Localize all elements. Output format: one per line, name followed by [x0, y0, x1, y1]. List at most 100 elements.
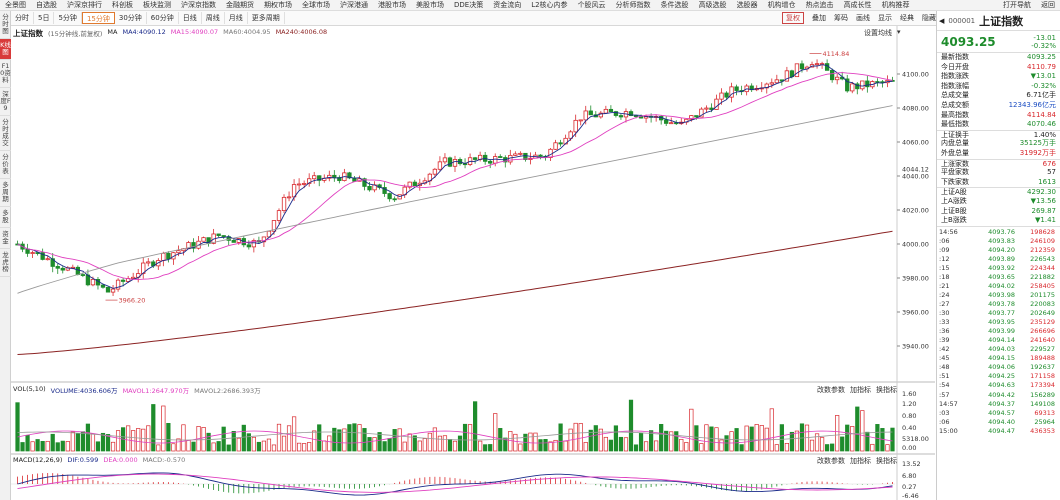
candle-body: [276, 210, 282, 221]
tick-time: :39: [939, 336, 950, 345]
menu-item[interactable]: 资金流向: [488, 0, 526, 10]
tick-price: 4094.47: [988, 426, 1015, 435]
tool-button[interactable]: 画线: [852, 13, 874, 23]
volume-bar: [860, 410, 865, 452]
tool-button[interactable]: 筹码: [830, 13, 852, 23]
tick-volume: 246109: [1030, 236, 1055, 245]
menu-item[interactable]: 自选股: [31, 0, 62, 10]
candle-body: [166, 252, 171, 260]
menu-item[interactable]: 机构增仓: [763, 0, 801, 10]
menu-item[interactable]: DDE决策: [449, 0, 488, 10]
macd-add-indicator-button[interactable]: 加指标: [850, 456, 871, 466]
period-tab[interactable]: 分时: [11, 12, 34, 24]
volume-bar: [25, 434, 30, 452]
tick-row: :15 4093.92 224344: [937, 264, 1060, 273]
period-tab[interactable]: 60分钟: [147, 12, 179, 24]
menu-item[interactable]: 热点追击: [801, 0, 839, 10]
menu-item[interactable]: 条件选股: [656, 0, 694, 10]
candle-body: [814, 63, 820, 66]
period-tab[interactable]: 月线: [225, 12, 248, 24]
menu-item[interactable]: 港股市场: [373, 0, 411, 10]
left-tab[interactable]: 多股: [0, 207, 11, 228]
left-tab[interactable]: 分时成交: [0, 116, 11, 151]
volume-bar: [297, 442, 302, 452]
stat-row: 上涨家数 676: [937, 158, 1060, 169]
period-tab[interactable]: 周线: [202, 12, 225, 24]
menu-item[interactable]: 美股市场: [411, 0, 449, 10]
left-tab[interactable]: 龙虎榜: [0, 249, 11, 277]
period-tab[interactable]: 15分钟: [81, 12, 115, 24]
menu-item[interactable]: 分析师指数: [611, 0, 656, 10]
period-tab[interactable]: 5分钟: [54, 12, 82, 24]
menu-item[interactable]: 沪深京指数: [176, 0, 221, 10]
menu-item[interactable]: 沪深港通: [335, 0, 373, 10]
ma4-value: MA4:4090.12: [122, 28, 166, 36]
volume-bar: [65, 441, 70, 452]
menu-item[interactable]: 全球市场: [297, 0, 335, 10]
tick-price: 4093.76: [988, 227, 1015, 236]
stat-value: ▼1.41: [1035, 216, 1056, 225]
left-tab[interactable]: K线图: [0, 39, 11, 60]
tool-button[interactable]: 经典: [896, 13, 918, 23]
menu-item[interactable]: 科创板: [107, 0, 138, 10]
high-label: 4114.84: [823, 50, 850, 58]
menu-item[interactable]: L2核心内参: [526, 0, 572, 10]
left-tab[interactable]: F10资料: [0, 60, 11, 88]
period-tab[interactable]: 30分钟: [115, 12, 147, 24]
period-tab[interactable]: 更多周期: [248, 12, 285, 24]
macd-param-button[interactable]: 改数参数: [817, 456, 845, 466]
candle-body: [608, 108, 614, 112]
tick-price: 4094.42: [988, 390, 1015, 399]
vol-swap-indicator-button[interactable]: 换指标: [876, 385, 897, 395]
tick-price: 4094.15: [988, 354, 1015, 363]
volume-bar: [206, 432, 211, 452]
volume-bar: [412, 435, 417, 452]
kline-chart-svg[interactable]: 4100.004080.004060.004044.124040.004020.…: [11, 26, 935, 500]
left-tab[interactable]: 分价表: [0, 151, 11, 179]
macd-swap-indicator-button[interactable]: 换指标: [876, 456, 897, 466]
candle-body: [704, 107, 709, 110]
volume-bar: [45, 440, 50, 452]
stat-label: 上证A股: [941, 188, 967, 197]
tick-time: :48: [939, 363, 950, 372]
stat-value: 4093.25: [1027, 53, 1056, 61]
candle-body: [412, 181, 417, 187]
volume-bar: [508, 431, 513, 452]
left-tab[interactable]: 资金: [0, 228, 11, 249]
vol-add-indicator-button[interactable]: 加指标: [850, 385, 871, 395]
open-nav-button[interactable]: 打开导航: [998, 0, 1036, 10]
volume-bar: [608, 439, 613, 452]
menu-item[interactable]: 高成长性: [839, 0, 877, 10]
macd-dea: DEA:0.000: [103, 456, 138, 464]
prev-arrow-icon[interactable]: ◀: [939, 17, 944, 25]
stat-value: ▼13.01: [1030, 72, 1056, 81]
left-tab[interactable]: 分时图: [0, 11, 11, 39]
left-tab[interactable]: 深度F9: [0, 88, 11, 116]
period-tab[interactable]: 5日: [34, 12, 55, 24]
menu-item[interactable]: 机构推荐: [877, 0, 915, 10]
menu-item[interactable]: 高级选股: [694, 0, 732, 10]
ma-settings-button[interactable]: 设置均线 ▾: [864, 28, 901, 38]
fuquan-dropdown[interactable]: 复权: [782, 12, 804, 24]
macd-dif: DIF:0.599: [67, 456, 99, 464]
volume-bar: [100, 432, 106, 452]
menu-item[interactable]: 选股器: [732, 0, 763, 10]
tick-price: 4093.77: [988, 309, 1015, 318]
menu-item[interactable]: 个股风云: [573, 0, 611, 10]
volume-bar: [337, 429, 342, 452]
price-block: 4093.25 -13.01 -0.32%: [937, 31, 1060, 53]
menu-item[interactable]: 期权市场: [259, 0, 297, 10]
vol-param-button[interactable]: 改数参数: [817, 385, 845, 395]
left-tab[interactable]: 多周期: [0, 179, 11, 207]
back-button[interactable]: 返回: [1036, 0, 1060, 10]
tool-button[interactable]: 显示: [874, 13, 896, 23]
menu-item[interactable]: 全景图: [0, 0, 31, 10]
menu-item[interactable]: 板块监测: [138, 0, 176, 10]
period-tab[interactable]: 日线: [179, 12, 202, 24]
volume-bar: [583, 442, 588, 452]
tool-button[interactable]: 叠加: [808, 13, 830, 23]
menu-item[interactable]: 金融期货: [221, 0, 259, 10]
menu-item[interactable]: 沪深京排行: [62, 0, 107, 10]
chart-area[interactable]: 4100.00 4080.00 4060.00 4044.12 4040.00 4020.…: [11, 26, 935, 500]
ma-settings-label[interactable]: 设置均线: [864, 28, 892, 38]
